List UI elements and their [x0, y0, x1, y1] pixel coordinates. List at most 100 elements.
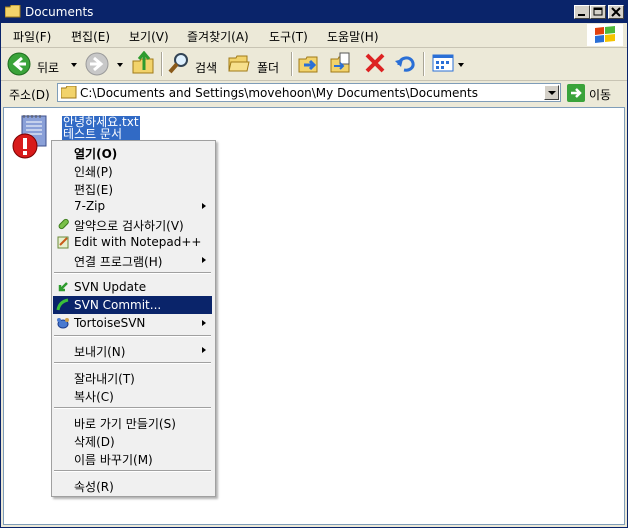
menu-open-with[interactable]: 연결 프로그램(H) — [53, 251, 212, 269]
chevron-down-icon — [548, 91, 556, 95]
search-button[interactable]: 검색 — [167, 51, 223, 77]
svn-update-icon — [58, 282, 68, 292]
submenu-arrow-icon — [202, 347, 206, 353]
menu-notepad[interactable]: Edit with Notepad++ — [53, 233, 212, 251]
forward-arrow-icon — [85, 52, 109, 76]
menu-label: 7-Zip — [74, 199, 106, 213]
back-label: 뒤로 — [37, 61, 60, 75]
menu-tortoisesvn[interactable]: TortoiseSVN — [53, 314, 212, 332]
menu-open[interactable]: 열기(O) — [53, 143, 212, 161]
menu-label: Edit with Notepad++ — [74, 235, 202, 249]
menu-label: SVN Update — [74, 280, 147, 294]
menu-tools[interactable]: 도구(T) — [269, 28, 308, 45]
notepad-plus-icon — [57, 236, 69, 249]
undo-icon — [395, 56, 415, 72]
tortoise-icon — [57, 318, 69, 329]
folders-icon — [228, 55, 250, 72]
menu-properties[interactable]: 속성(R) — [53, 476, 212, 494]
explorer-window: Documents 파일(F) 편집(E) 보기(V) 즐겨찾기(A) 도구(T… — [0, 0, 628, 528]
toolbar-separator — [291, 52, 293, 76]
menu-separator — [54, 407, 211, 409]
views-button[interactable] — [431, 51, 465, 77]
pill-icon — [58, 218, 69, 230]
menu-label: 인쇄(P) — [74, 165, 113, 179]
up-folder-button[interactable] — [131, 50, 155, 77]
menu-edit-item[interactable]: 편집(E) — [53, 179, 212, 197]
address-dropdown-button[interactable] — [544, 85, 559, 100]
menu-cut[interactable]: 잘라내기(T) — [53, 368, 212, 386]
menu-favorites[interactable]: 즐겨찾기(A) — [187, 28, 249, 45]
search-icon — [168, 53, 188, 74]
menu-delete[interactable]: 삭제(D) — [53, 431, 212, 449]
address-path: C:\Documents and Settings\movehoon\My Do… — [80, 86, 478, 100]
delete-icon — [365, 53, 385, 73]
menu-label: 속성(R) — [74, 480, 114, 494]
menu-7zip[interactable]: 7-Zip — [53, 197, 212, 215]
menu-label: 연결 프로그램(H) — [74, 255, 163, 269]
folder-icon — [5, 5, 21, 18]
folders-button[interactable]: 폴더 — [227, 51, 285, 77]
menu-svn-update[interactable]: SVN Update — [53, 278, 212, 296]
window-title: Documents — [25, 5, 94, 19]
menu-label: 열기(O) — [74, 147, 118, 161]
menu-label: 복사(C) — [74, 390, 114, 404]
chevron-down-icon — [71, 63, 77, 67]
menu-svn-commit[interactable]: SVN Commit... — [53, 296, 212, 314]
close-button[interactable] — [608, 5, 624, 19]
menu-print[interactable]: 인쇄(P) — [53, 161, 212, 179]
title-bar[interactable]: Documents — [1, 1, 627, 23]
chevron-down-icon — [458, 63, 464, 67]
minimize-icon — [578, 14, 585, 16]
maximize-button[interactable] — [590, 5, 606, 19]
submenu-arrow-icon — [202, 203, 206, 209]
menu-separator — [54, 335, 211, 337]
menu-create-shortcut[interactable]: 바로 가기 만들기(S) — [53, 413, 212, 431]
menu-separator — [54, 470, 211, 472]
copy-to-button[interactable] — [329, 51, 353, 77]
folder-icon — [61, 86, 77, 99]
file-name-line: 테스트 문서 — [63, 127, 123, 141]
menu-edit[interactable]: 편집(E) — [71, 28, 110, 45]
copy-to-icon — [330, 52, 350, 73]
minimize-button[interactable] — [574, 5, 590, 19]
menu-bar: 파일(F) 편집(E) 보기(V) 즐겨찾기(A) 도구(T) 도움말(H) — [1, 23, 627, 48]
address-label: 주소(D) — [9, 88, 50, 102]
menu-label: 이름 바꾸기(M) — [74, 453, 153, 467]
up-folder-icon — [132, 50, 154, 74]
go-button[interactable]: 이동 — [567, 83, 625, 103]
move-to-button[interactable] — [297, 51, 321, 77]
folders-label: 폴더 — [257, 61, 280, 75]
menu-view[interactable]: 보기(V) — [129, 28, 169, 45]
svn-commit-icon — [56, 298, 69, 311]
menu-label: 편집(E) — [74, 183, 114, 197]
menu-separator — [54, 362, 211, 364]
menu-rename[interactable]: 이름 바꾸기(M) — [53, 449, 212, 467]
maximize-icon — [593, 7, 603, 16]
move-to-icon — [298, 56, 318, 73]
toolbar: 뒤로 검색 폴더 — [1, 48, 627, 81]
menu-help[interactable]: 도움말(H) — [327, 28, 379, 45]
chevron-down-icon — [117, 63, 123, 67]
menu-file[interactable]: 파일(F) — [13, 28, 51, 45]
menu-copy[interactable]: 복사(C) — [53, 386, 212, 404]
close-icon — [611, 7, 621, 17]
delete-button[interactable] — [363, 51, 387, 77]
search-label: 검색 — [195, 61, 218, 75]
menu-send-to[interactable]: 보내기(N) — [53, 341, 212, 359]
toolbar-separator — [423, 52, 425, 76]
menu-scan[interactable]: 알약으로 검사하기(V) — [53, 215, 212, 233]
context-menu: 열기(O) 인쇄(P) 편집(E) 7-Zip 알약으로 검사하기(V) Edi… — [51, 140, 216, 497]
back-button[interactable]: 뒤로 — [7, 51, 81, 77]
menu-label: 삭제(D) — [74, 435, 115, 449]
menu-label: 잘라내기(T) — [74, 372, 135, 386]
forward-button[interactable] — [85, 51, 125, 77]
menu-label: 보내기(N) — [74, 345, 126, 359]
address-input[interactable]: C:\Documents and Settings\movehoon\My Do… — [57, 83, 561, 102]
go-arrow-icon — [567, 84, 585, 102]
go-label: 이동 — [589, 88, 612, 102]
toolbar-separator — [161, 52, 163, 76]
address-bar: 주소(D) C:\Documents and Settings\movehoon… — [1, 81, 627, 105]
submenu-arrow-icon — [202, 320, 206, 326]
file-name: 안녕하세요.txt 테스트 문서 — [62, 116, 140, 140]
undo-button[interactable] — [393, 51, 417, 77]
